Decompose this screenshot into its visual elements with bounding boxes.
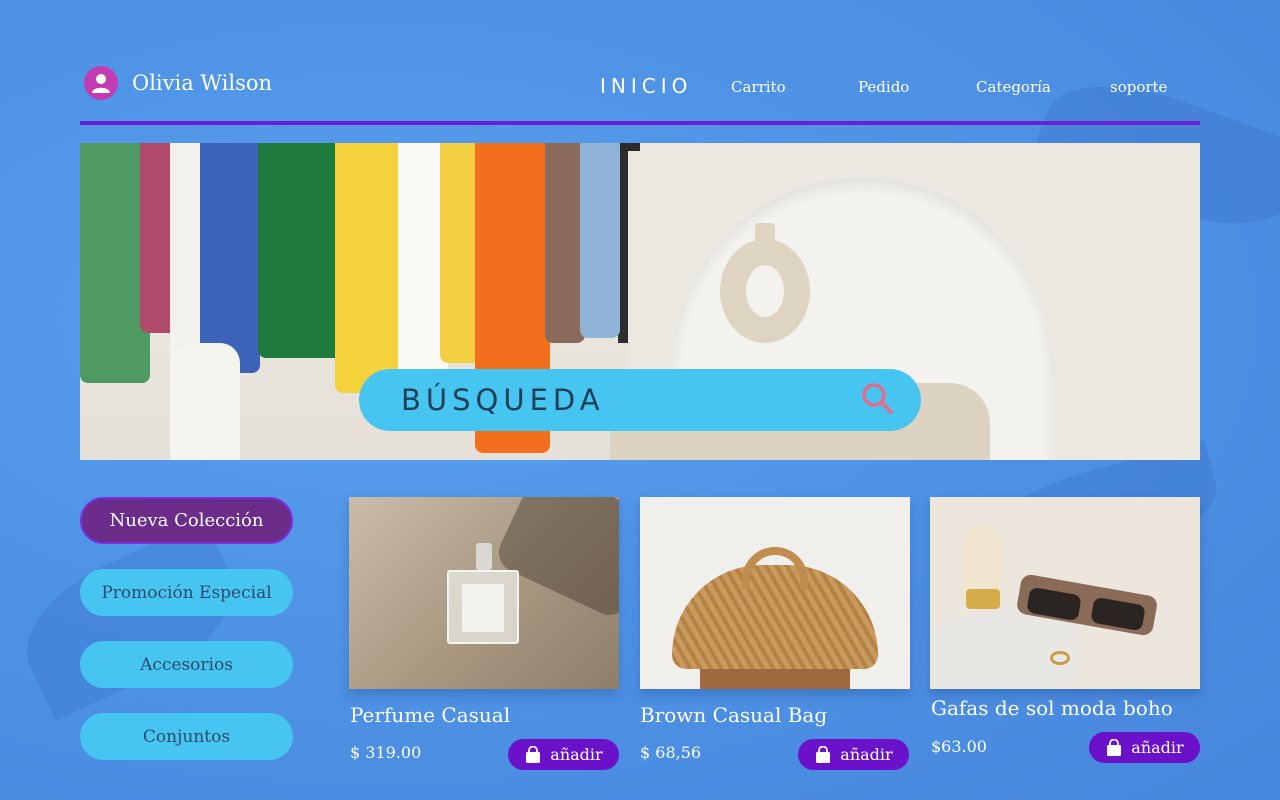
product-name[interactable]: Perfume Casual bbox=[350, 703, 510, 727]
add-button-label: añadir bbox=[550, 745, 603, 764]
search-icon[interactable] bbox=[859, 380, 895, 420]
add-to-cart-button[interactable]: añadir bbox=[1089, 732, 1200, 763]
sidebar-item-new-collection[interactable]: Nueva Colección bbox=[80, 497, 293, 544]
nav-category[interactable]: Categoría bbox=[976, 78, 1051, 96]
nav-support[interactable]: soporte bbox=[1110, 78, 1167, 96]
hero-garment bbox=[580, 143, 620, 338]
hero-garment bbox=[258, 143, 343, 358]
hero-vase bbox=[720, 239, 810, 343]
product-image-sunglasses[interactable] bbox=[930, 497, 1200, 689]
product-price: $ 319.00 bbox=[350, 743, 422, 762]
shopping-bag-icon bbox=[1107, 738, 1122, 756]
nav-cart[interactable]: Carrito bbox=[731, 78, 786, 96]
hero-garment bbox=[545, 143, 585, 343]
product-name[interactable]: Gafas de sol moda boho bbox=[931, 696, 1173, 720]
product-image-bag[interactable] bbox=[640, 497, 910, 689]
bag-handle bbox=[742, 547, 808, 589]
product-price: $63.00 bbox=[931, 737, 987, 756]
hero-garment bbox=[335, 143, 400, 393]
shopping-bag-icon bbox=[526, 745, 541, 763]
add-to-cart-button[interactable]: añadir bbox=[508, 739, 619, 770]
search-input[interactable]: BÚSQUEDA bbox=[401, 383, 605, 417]
product-image-perfume[interactable] bbox=[349, 497, 619, 689]
shopping-bag-icon bbox=[816, 745, 831, 763]
sidebar-item-special-promotion[interactable]: Promoción Especial bbox=[80, 569, 293, 616]
main-nav: INICIO Carrito Pedido Categoría soporte bbox=[0, 74, 1280, 100]
sidebar-item-accessories[interactable]: Accesorios bbox=[80, 641, 293, 688]
product-name[interactable]: Brown Casual Bag bbox=[640, 703, 827, 727]
add-button-label: añadir bbox=[1131, 738, 1184, 757]
product-card[interactable]: Brown Casual Bag $ 68,56 añadir bbox=[640, 497, 910, 770]
product-card[interactable]: Perfume Casual $ 319.00 añadir bbox=[349, 497, 619, 770]
ring bbox=[1050, 651, 1070, 665]
perfume-cap bbox=[476, 543, 492, 570]
sidebar-item-outfits[interactable]: Conjuntos bbox=[80, 713, 293, 760]
figurine-gold bbox=[966, 589, 1000, 609]
hero-garment bbox=[200, 143, 260, 373]
nav-home[interactable]: INICIO bbox=[600, 74, 692, 98]
product-card[interactable]: Gafas de sol moda boho $63.00 añadir bbox=[930, 497, 1200, 763]
background-leaf bbox=[4, 519, 256, 721]
perfume-label bbox=[462, 584, 504, 632]
hero-mannequin bbox=[170, 343, 240, 460]
add-button-label: añadir bbox=[840, 745, 893, 764]
search-bar[interactable]: BÚSQUEDA bbox=[359, 369, 921, 431]
add-to-cart-button[interactable]: añadir bbox=[798, 739, 909, 770]
hero-garment bbox=[440, 143, 480, 363]
nav-orders[interactable]: Pedido bbox=[858, 78, 909, 96]
header-divider bbox=[80, 121, 1200, 125]
product-price: $ 68,56 bbox=[640, 743, 702, 762]
